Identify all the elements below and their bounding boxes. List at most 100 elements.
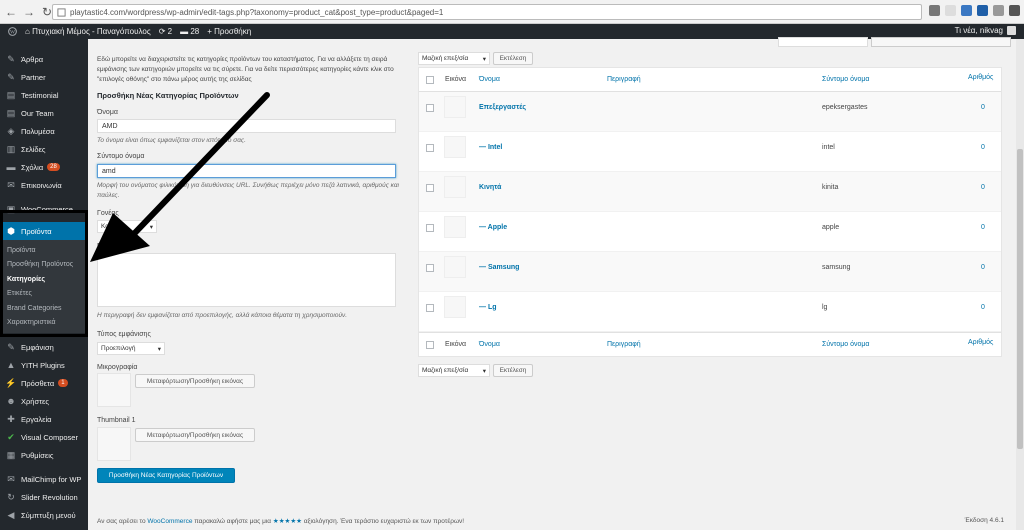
scrollbar-thumb[interactable]	[1017, 149, 1023, 449]
row-count-link[interactable]: 0	[981, 104, 985, 111]
menu-item-pages[interactable]: ▥ Σελίδες	[0, 140, 88, 158]
menu-icon[interactable]	[1009, 5, 1020, 16]
products-submenu: Προϊόντα Προσθήκη Προϊόντος Κατηγορίες Ε…	[0, 240, 88, 333]
display-type-select[interactable]: Προεπιλογή ▾	[97, 342, 165, 355]
pages-icon: ▥	[6, 143, 16, 154]
comments-link[interactable]: ▬ 28	[180, 27, 199, 36]
menu-item-yith[interactable]: ▲ YITH Plugins	[0, 356, 88, 374]
row-name-link[interactable]: Επεξεργαστές	[479, 104, 526, 111]
menu-item-mailchimp[interactable]: ✉ MailChimp for WP	[0, 470, 88, 488]
upload-thumbnail1-button[interactable]: Μεταφόρτωση/Προσθήκη εικόνας	[135, 428, 255, 442]
page-scrollbar[interactable]	[1016, 39, 1024, 530]
row-count-link[interactable]: 0	[981, 304, 985, 311]
select-all-checkbox-bottom[interactable]	[426, 341, 434, 349]
row-checkbox[interactable]	[426, 144, 434, 152]
row-name-link[interactable]: — Samsung	[479, 264, 519, 271]
menu-item-testimonial[interactable]: ▤ Testimonial	[0, 86, 88, 104]
search-categories-button[interactable]	[871, 37, 1011, 47]
col-slug-footer[interactable]: Σύντομο όνομα	[822, 341, 869, 348]
menu-item-tools[interactable]: ✚ Εργαλεία	[0, 410, 88, 428]
row-checkbox[interactable]	[426, 304, 434, 312]
submenu-categories[interactable]: Κατηγορίες	[0, 272, 88, 287]
address-bar[interactable]: playtastic4.com/wordpress/wp-admin/edit-…	[52, 4, 922, 20]
col-name-footer[interactable]: Όνομα	[479, 341, 500, 348]
row-checkbox[interactable]	[426, 224, 434, 232]
col-count-footer[interactable]: Αριθμός	[968, 339, 993, 346]
back-icon[interactable]: ←	[4, 5, 18, 19]
menu-item-comments[interactable]: ▬ Σχόλια 28	[0, 158, 88, 176]
submenu-tags[interactable]: Ετικέτες	[0, 287, 88, 302]
row-name-link[interactable]: — Lg	[479, 304, 497, 311]
row-thumbnail	[444, 136, 466, 158]
row-name-link[interactable]: — Apple	[479, 224, 507, 231]
menu-item-our-team[interactable]: ▤ Our Team	[0, 104, 88, 122]
new-content-link[interactable]: + Προσθήκη	[207, 27, 251, 36]
row-checkbox[interactable]	[426, 184, 434, 192]
menu-item-users[interactable]: ☻ Χρήστες	[0, 392, 88, 410]
apply-button[interactable]: Εκτέλεση	[493, 52, 533, 65]
forward-icon[interactable]: →	[22, 5, 36, 19]
howdy-text[interactable]: Τι νέα, nikvag	[955, 26, 1003, 35]
menu-item-slider-revolution[interactable]: ↻ Slider Revolution	[0, 488, 88, 506]
site-name[interactable]: Πτυχιακή Μέμος - Παναγόπουλος	[32, 27, 151, 36]
description-textarea[interactable]	[97, 253, 396, 307]
menu-item-posts[interactable]: ✎ Άρθρα	[0, 50, 88, 68]
my-account[interactable]: Τι νέα, nikvag	[955, 26, 1016, 35]
menu-item-plugins[interactable]: ⚡ Πρόσθετα 1	[0, 374, 88, 392]
table-row: — Samsung samsung 0	[419, 252, 1001, 292]
row-count-link[interactable]: 0	[981, 264, 985, 271]
submenu-brand-categories[interactable]: Brand Categories	[0, 301, 88, 316]
submenu-attributes[interactable]: Χαρακτηριστικά	[0, 316, 88, 331]
menu-item-appearance[interactable]: ✎ Εμφάνιση	[0, 338, 88, 356]
bulk-actions-select[interactable]: Μαζική επεξ/σία ▾	[418, 52, 490, 65]
menu-item-contact[interactable]: ✉ Επικοινωνία	[0, 176, 88, 194]
star-icon[interactable]	[945, 5, 956, 16]
thumbnail-label: Μικρογραφία	[97, 364, 138, 371]
avatar[interactable]	[1007, 26, 1016, 35]
upload-thumbnail-button[interactable]: Μεταφόρτωση/Προσθήκη εικόνας	[135, 374, 255, 388]
select-all-checkbox[interactable]	[426, 76, 434, 84]
updates-link[interactable]: ⟳ 2	[159, 27, 172, 36]
thumbnail1-label: Thumbnail 1	[97, 417, 136, 424]
comments-icon: ▬	[180, 27, 189, 36]
row-count-link[interactable]: 0	[981, 144, 985, 151]
translate-icon[interactable]	[929, 5, 940, 16]
menu-item-visual-composer[interactable]: ✔ Visual Composer	[0, 428, 88, 446]
extension-icon[interactable]	[993, 5, 1004, 16]
extension-icon[interactable]	[961, 5, 972, 16]
search-input[interactable]	[778, 37, 868, 47]
col-slug[interactable]: Σύντομο όνομα	[822, 76, 869, 83]
submenu-products[interactable]: Προϊόντα	[0, 243, 88, 258]
row-name-link[interactable]: Κινητά	[479, 184, 501, 191]
row-checkbox[interactable]	[426, 104, 434, 112]
row-name-link[interactable]: — Intel	[479, 144, 502, 151]
col-description[interactable]: Περιγραφή	[607, 76, 641, 83]
col-count[interactable]: Αριθμός	[968, 74, 993, 81]
row-checkbox[interactable]	[426, 264, 434, 272]
row-count-link[interactable]: 0	[981, 184, 985, 191]
testimonial-icon: ▤	[6, 89, 16, 100]
bulk-actions-select-bottom[interactable]: Μαζική επεξ/σία ▾	[418, 364, 490, 377]
name-input[interactable]: AMD	[97, 119, 396, 133]
submenu-add-product[interactable]: Προσθήκη Προϊόντος	[0, 258, 88, 273]
apply-button-bottom[interactable]: Εκτέλεση	[493, 364, 533, 377]
menu-item-woocommerce[interactable]: ▣ WooCommerce	[0, 200, 88, 218]
col-name[interactable]: Όνομα	[479, 76, 500, 83]
col-description-footer[interactable]: Περιγραφή	[607, 341, 641, 348]
slug-input[interactable]: amd	[97, 164, 396, 178]
wordpress-logo-icon[interactable]: W	[8, 27, 17, 36]
parent-select[interactable]: Κανένα ▾	[97, 220, 157, 233]
woocommerce-link[interactable]: WooCommerce	[147, 518, 192, 525]
plugins-icon: ⚡	[5, 377, 17, 388]
menu-item-collapse[interactable]: ◀ Σύμπτυξη μενού	[0, 506, 88, 524]
menu-item-settings[interactable]: ▦ Ρυθμίσεις	[0, 446, 88, 464]
menu-item-products[interactable]: ⬢ Προϊόντα	[0, 222, 88, 240]
table-row: Κινητά kinita 0	[419, 172, 1001, 212]
home-icon[interactable]: ⌂ Πτυχιακή Μέμος - Παναγόπουλος	[25, 27, 151, 36]
extension-icon[interactable]	[977, 5, 988, 16]
rating-stars-link[interactable]: ★★★★★	[273, 518, 302, 525]
row-count-link[interactable]: 0	[981, 224, 985, 231]
menu-item-media[interactable]: ◈ Πολυμέσα	[0, 122, 88, 140]
menu-item-partner[interactable]: ✎ Partner	[0, 68, 88, 86]
add-category-button[interactable]: Προσθήκη Νέας Κατηγορίας Προϊόντων	[97, 468, 235, 483]
